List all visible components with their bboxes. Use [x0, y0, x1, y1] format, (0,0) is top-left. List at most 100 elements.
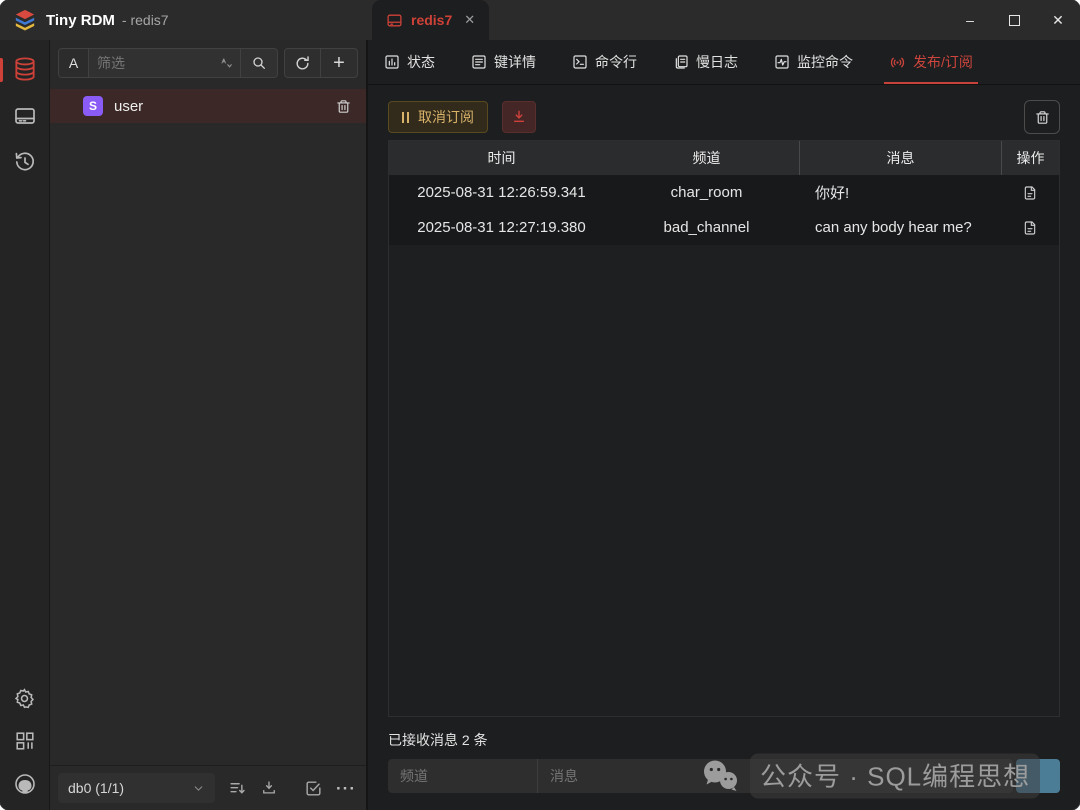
- status-icon: [384, 54, 400, 70]
- connection-tab-label: redis7: [411, 12, 452, 28]
- flush-db-button[interactable]: [228, 779, 247, 798]
- add-key-button[interactable]: +: [321, 49, 357, 77]
- publish-channel-input[interactable]: [388, 759, 538, 793]
- tab-pubsub[interactable]: 发布/订阅: [889, 40, 973, 84]
- cell-channel: bad_channel: [614, 210, 799, 245]
- cell-channel: char_room: [614, 175, 799, 210]
- tab-status[interactable]: 状态: [384, 40, 435, 84]
- browser-panel: A: [50, 40, 368, 810]
- key-name: user: [114, 98, 143, 115]
- maximize-button[interactable]: [992, 0, 1036, 40]
- tab-cli[interactable]: 命令行: [572, 40, 637, 84]
- sort-icon[interactable]: [219, 56, 240, 70]
- slowlog-icon: [673, 54, 689, 70]
- key-row-user[interactable]: S user: [50, 89, 366, 123]
- copy-message-button[interactable]: [1001, 175, 1059, 210]
- view-tabs: 状态 键详情 命令行: [368, 40, 1080, 85]
- column-header-channel: 频道: [614, 141, 799, 175]
- filter-input[interactable]: [89, 55, 219, 71]
- list-descending-icon: [228, 779, 247, 798]
- tab-slowlog[interactable]: 慢日志: [673, 40, 738, 84]
- key-tree: S user: [50, 84, 366, 765]
- window-controls: – ✕: [948, 0, 1080, 40]
- close-button[interactable]: ✕: [1036, 0, 1080, 40]
- sidebar-item-settings[interactable]: [13, 687, 36, 710]
- tree-actions-group: +: [284, 48, 358, 78]
- app-title: Tiny RDM: [46, 12, 115, 29]
- publish-form: 公众号 · SQL编程思想: [388, 759, 1060, 793]
- sidebar-item-history[interactable]: [13, 150, 37, 174]
- checkbox-icon: [304, 779, 323, 798]
- sidebar-item-extensions[interactable]: [14, 730, 36, 752]
- sidebar-item-server[interactable]: [13, 104, 37, 128]
- tab-monitor[interactable]: 监控命令: [774, 40, 853, 84]
- key-type-badge: S: [83, 96, 103, 116]
- publish-button[interactable]: [1016, 759, 1060, 793]
- table-header: 时间 频道 消息 操作: [389, 141, 1059, 175]
- import-button[interactable]: [260, 779, 278, 797]
- pubsub-actions: 取消订阅: [368, 85, 1080, 134]
- delete-key-button[interactable]: [335, 98, 352, 115]
- filter-input-group: A: [58, 48, 278, 78]
- app-window: Tiny RDM - redis7 redis7 ✕ – ✕: [0, 0, 1080, 810]
- plus-icon: +: [333, 53, 345, 73]
- github-icon: [13, 772, 37, 796]
- refresh-icon: [294, 55, 311, 72]
- broadcast-icon: [889, 54, 906, 71]
- column-header-message: 消息: [799, 141, 1001, 175]
- maximize-icon: [1009, 15, 1020, 26]
- column-header-actions: 操作: [1001, 141, 1059, 175]
- clear-messages-button[interactable]: [1024, 100, 1060, 134]
- db-selector[interactable]: db0 (1/1): [58, 773, 215, 803]
- search-button[interactable]: [240, 49, 277, 77]
- column-header-time: 时间: [389, 141, 614, 175]
- monitor-icon: [774, 54, 790, 70]
- cell-time: 2025-08-31 12:27:19.380: [389, 210, 614, 245]
- unsubscribe-button[interactable]: 取消订阅: [388, 101, 488, 133]
- tab-key-detail[interactable]: 键详情: [471, 40, 536, 84]
- tab-label: 键详情: [494, 52, 536, 72]
- gear-icon: [13, 687, 36, 710]
- trash-icon: [1034, 109, 1051, 126]
- publish-message-input[interactable]: [538, 759, 1013, 793]
- export-messages-button[interactable]: [502, 101, 536, 133]
- server-icon: [13, 104, 37, 128]
- messages-table: 时间 频道 消息 操作 2025-08-31 12:26:59.341 char…: [388, 140, 1060, 717]
- tab-close-icon[interactable]: ✕: [464, 12, 475, 28]
- table-row[interactable]: 2025-08-31 12:27:19.380 bad_channel can …: [389, 210, 1059, 245]
- trash-icon: [335, 98, 352, 115]
- key-detail-icon: [471, 54, 487, 70]
- more-button[interactable]: ···: [336, 780, 356, 797]
- search-icon: [251, 55, 267, 71]
- download-tray-icon: [260, 779, 278, 797]
- minimize-button[interactable]: –: [948, 0, 992, 40]
- chevron-down-icon: [192, 782, 205, 795]
- app-body: A: [0, 40, 1080, 810]
- app-subtitle: - redis7: [122, 12, 169, 28]
- cell-message: can any body hear me?: [799, 210, 1001, 245]
- main-content: 状态 键详情 命令行: [368, 40, 1080, 810]
- sidebar-item-github[interactable]: [13, 772, 37, 796]
- terminal-icon: [572, 54, 588, 70]
- filter-toolbar: A: [50, 40, 366, 84]
- app-logo-icon: [14, 9, 36, 31]
- publish-input-group: [388, 759, 1013, 793]
- db-toolbar: db0 (1/1): [50, 765, 366, 810]
- copy-message-button[interactable]: [1001, 210, 1059, 245]
- cell-message: 你好!: [799, 175, 1001, 210]
- match-mode-button[interactable]: A: [59, 49, 89, 77]
- unsubscribe-label: 取消订阅: [418, 107, 474, 127]
- grid-icon: [14, 730, 36, 752]
- db-selector-value: db0 (1/1): [68, 780, 124, 796]
- tab-label: 发布/订阅: [913, 52, 973, 72]
- history-clock-icon: [13, 150, 37, 174]
- checkbox-mode-button[interactable]: [304, 779, 323, 798]
- table-row[interactable]: 2025-08-31 12:26:59.341 char_room 你好!: [389, 175, 1059, 210]
- refresh-button[interactable]: [285, 49, 321, 77]
- cell-time: 2025-08-31 12:26:59.341: [389, 175, 614, 210]
- connection-tab[interactable]: redis7 ✕: [372, 0, 489, 40]
- sidebar-item-databases[interactable]: [12, 56, 38, 82]
- export-icon: [511, 109, 527, 125]
- copy-document-icon: [1022, 185, 1038, 201]
- pause-icon: [402, 112, 409, 123]
